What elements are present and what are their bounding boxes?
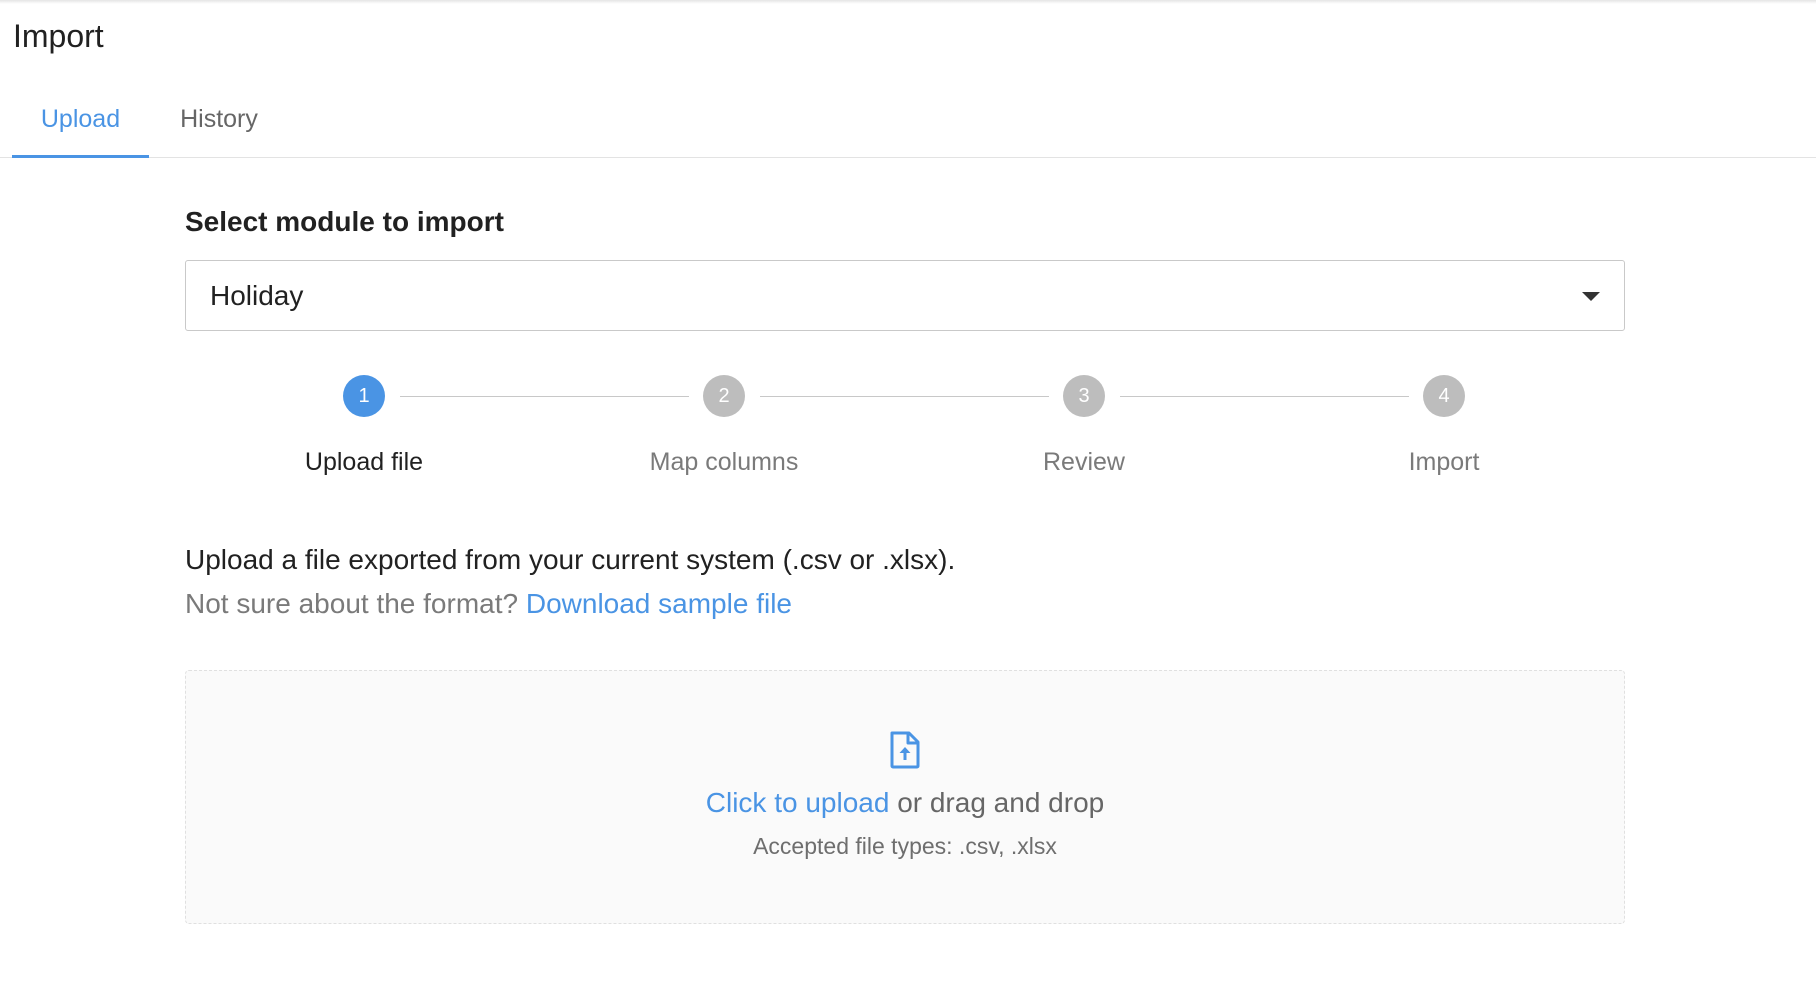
accepted-file-types: Accepted file types: .csv, .xlsx — [753, 833, 1057, 859]
module-select[interactable]: Holiday — [185, 260, 1625, 331]
tab-history[interactable]: History — [158, 88, 280, 158]
step-4-indicator: 4 — [1423, 375, 1465, 417]
click-to-upload-link[interactable]: Click to upload — [706, 787, 890, 818]
format-question: Not sure about the format? — [185, 588, 519, 619]
step-connector — [1120, 396, 1409, 397]
step-2-label: Map columns — [649, 448, 799, 476]
page-title: Import — [13, 18, 104, 54]
top-shadow — [0, 0, 1816, 4]
download-sample-link[interactable]: Download sample file — [526, 588, 792, 619]
dropzone-prompt: Click to upload or drag and drop — [186, 787, 1624, 819]
chevron-down-icon — [1582, 292, 1600, 301]
step-1-indicator: 1 — [343, 375, 385, 417]
tab-upload[interactable]: Upload — [12, 88, 149, 158]
file-upload-icon — [890, 731, 920, 769]
step-1-label: Upload file — [304, 448, 424, 476]
drag-drop-text: or drag and drop — [897, 787, 1105, 818]
upload-dropzone[interactable]: Click to upload or drag and drop Accepte… — [185, 670, 1625, 924]
module-select-value: Holiday — [210, 280, 304, 311]
step-3-indicator: 3 — [1063, 375, 1105, 417]
module-select-label: Select module to import — [185, 206, 504, 237]
step-connector — [400, 396, 689, 397]
step-4-label: Import — [1408, 448, 1480, 476]
step-2-indicator: 2 — [703, 375, 745, 417]
tab-bar: Upload History — [0, 88, 1816, 158]
step-3-label: Review — [1043, 448, 1125, 476]
format-help: Not sure about the format? Download samp… — [185, 588, 792, 620]
upload-instructions: Upload a file exported from your current… — [185, 544, 956, 575]
step-connector — [760, 396, 1049, 397]
